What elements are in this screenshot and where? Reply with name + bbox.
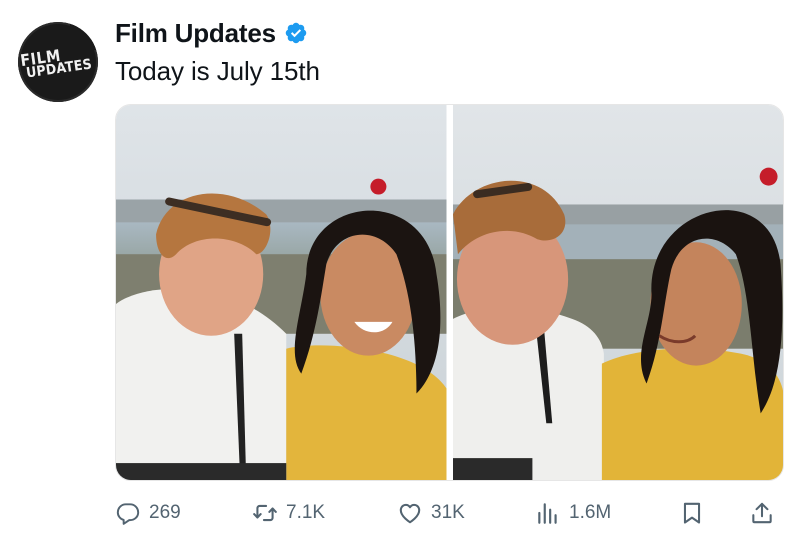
- retweet-button[interactable]: 7.1K: [252, 496, 325, 530]
- reply-button[interactable]: 269: [115, 496, 181, 530]
- action-bar: 269 7.1K 31K 1.6M: [115, 496, 785, 530]
- tweet-text: Today is July 15th: [115, 56, 320, 86]
- share-button[interactable]: [749, 496, 775, 530]
- avatar-logo: FILM UPDATES: [19, 43, 93, 81]
- verified-badge-icon[interactable]: [284, 21, 308, 45]
- retweet-icon: [253, 504, 277, 522]
- photo-2[interactable]: [452, 105, 783, 480]
- display-name[interactable]: Film Updates: [115, 18, 276, 49]
- like-count: 31K: [431, 502, 465, 523]
- view-count: 1.6M: [569, 502, 612, 523]
- reply-icon: [116, 503, 140, 525]
- retweet-count: 7.1K: [286, 502, 326, 523]
- photo-1[interactable]: [116, 105, 447, 480]
- avatar[interactable]: FILM UPDATES: [18, 22, 98, 102]
- views-button[interactable]: 1.6M: [535, 496, 611, 530]
- like-button[interactable]: 31K: [397, 496, 465, 530]
- share-icon: [752, 502, 772, 524]
- author-row: Film Updates: [115, 18, 308, 48]
- media-grid: [115, 104, 784, 481]
- like-icon: [399, 503, 421, 524]
- views-icon: [538, 503, 557, 524]
- bookmark-icon: [683, 502, 701, 524]
- bookmark-button[interactable]: [679, 496, 705, 530]
- reply-count: 269: [149, 502, 181, 523]
